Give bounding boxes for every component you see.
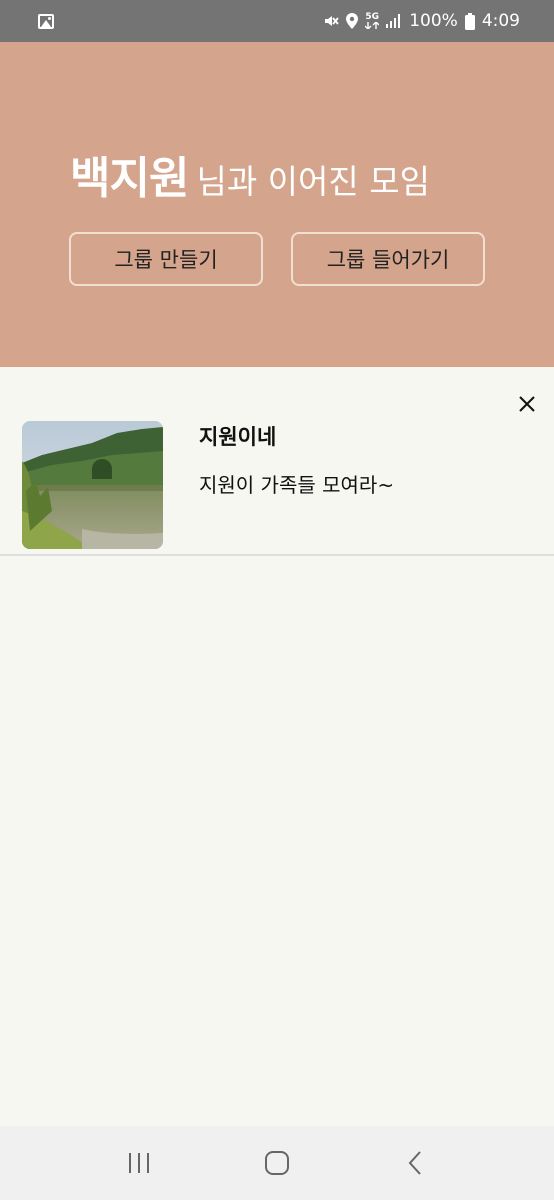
gallery-icon [38, 13, 54, 29]
title-suffix: 님과 이어진 모임 [196, 162, 430, 201]
clock: 4:09 [481, 11, 520, 31]
create-group-button[interactable]: 그룹 만들기 [69, 232, 263, 286]
battery-icon [464, 12, 475, 30]
join-group-button[interactable]: 그룹 들어가기 [291, 232, 485, 286]
status-bar: 5G 100% 4:09 [0, 0, 554, 42]
group-card[interactable]: 지원이네 지원이 가족들 모여라~ [0, 367, 554, 556]
group-title: 지원이네 [199, 425, 277, 449]
signal-icon [386, 14, 401, 28]
group-description: 지원이 가족들 모여라~ [199, 473, 395, 497]
5g-icon: 5G [365, 13, 380, 29]
close-icon[interactable] [512, 389, 542, 419]
back-icon[interactable] [393, 1141, 437, 1185]
group-thumbnail[interactable] [22, 421, 163, 549]
page-title: 백지원 님과 이어진 모임 [70, 142, 430, 206]
group-list: 지원이네 지원이 가족들 모여라~ [0, 367, 554, 1126]
home-icon[interactable] [255, 1141, 299, 1185]
mute-icon [325, 16, 339, 26]
header: 백지원 님과 이어진 모임 그룹 만들기 그룹 들어가기 [0, 42, 554, 367]
battery-percent: 100% [409, 11, 458, 31]
navigation-bar [0, 1126, 554, 1200]
user-name: 백지원 [70, 153, 189, 204]
location-icon [346, 13, 359, 29]
recent-apps-icon[interactable] [117, 1141, 161, 1185]
